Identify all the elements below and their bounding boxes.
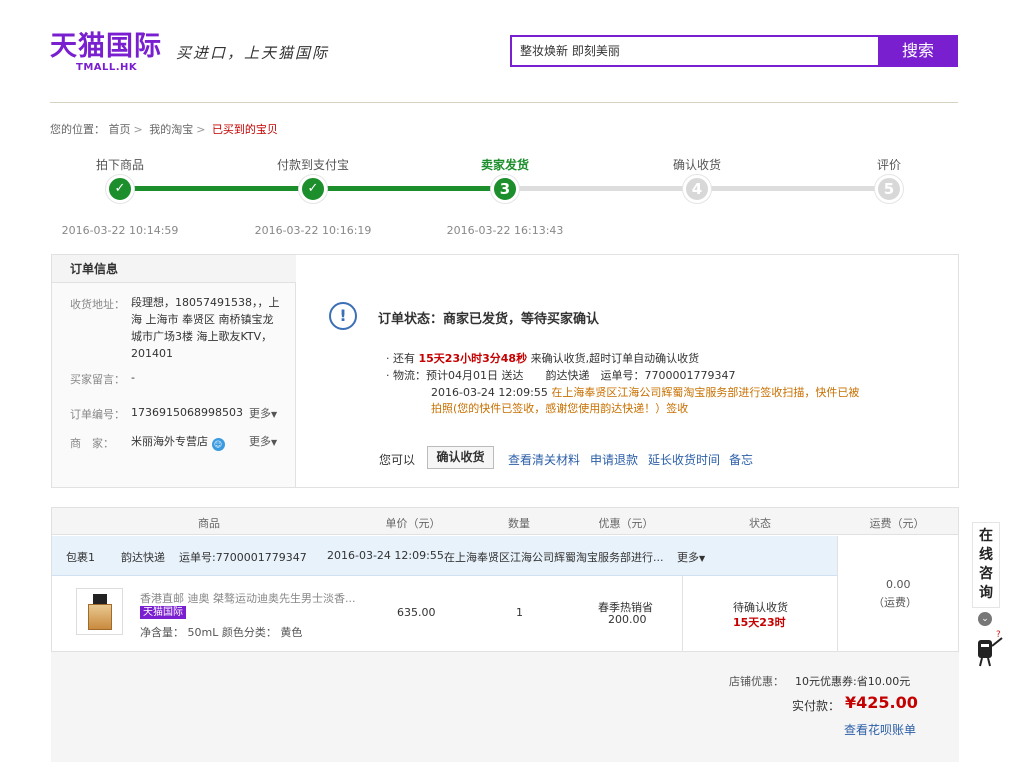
chevron-down-icon: ▼ <box>271 438 278 447</box>
total-label: 实付款： <box>792 699 841 713</box>
seller-label: 商 家： <box>70 437 114 450</box>
breadcrumb-prefix: 您的位置： <box>50 123 105 136</box>
step-3-number: 3 <box>491 175 519 203</box>
col-qty: 数量 <box>508 517 530 530</box>
confirm-countdown: · 还有 15天23小时3分48秒 来确认收货,超时订单自动确认收货 <box>386 352 700 365</box>
apply-refund-link[interactable]: 申请退款 <box>590 451 638 468</box>
col-status: 状态 <box>749 517 771 530</box>
order-info-title: 订单信息 <box>52 255 296 283</box>
memo-link[interactable]: 备忘 <box>729 451 753 468</box>
svg-text:?: ? <box>996 630 1001 640</box>
shipping-divider <box>837 536 838 651</box>
package-waybill: 运单号:7700001779347 <box>179 551 307 564</box>
step-time-2: 2016-03-22 10:16:19 <box>254 224 372 237</box>
col-goods: 商品 <box>198 517 220 530</box>
step-label-1: 拍下商品 <box>95 158 145 172</box>
actions-prefix: 您可以 <box>379 453 416 467</box>
total-amount: ¥425.00 <box>845 693 918 712</box>
perfume-bottle-cap <box>93 594 107 604</box>
perfume-bottle-icon <box>88 604 112 630</box>
tracking-line-1: 2016-03-24 12:09:55 在上海奉贤区江海公司辉蜀淘宝服务部进行签… <box>431 386 860 399</box>
step-4-number: 4 <box>683 175 711 203</box>
step-2-check-icon: ✓ <box>299 175 327 203</box>
product-spec: 净含量： 50mL 颜色分类： 黄色 <box>140 626 303 639</box>
confirm-receipt-button[interactable]: 确认收货 <box>427 446 494 469</box>
step-label-3: 卖家发货 <box>480 158 530 172</box>
package-more-link[interactable]: 更多▼ <box>677 549 705 565</box>
order-more-link[interactable]: 更多▼ <box>249 405 277 421</box>
quantity: 1 <box>516 606 523 619</box>
order-no-value: 1736915068998503 <box>131 406 243 419</box>
view-huabei-bill-link[interactable]: 查看花呗账单 <box>844 721 916 738</box>
address-value: 段理想，18057491538，，上海 上海市 奉贤区 南桥镇宝龙城市广场3楼 … <box>131 296 280 360</box>
tmall-logo[interactable]: 天猫国际 <box>50 31 162 63</box>
slogan: 买进口，上天猫国际 <box>176 44 330 62</box>
extend-receipt-link[interactable]: 延长收货时间 <box>648 451 720 468</box>
online-chat-button[interactable]: 在线咨询 <box>972 522 1000 608</box>
step-label-2: 付款到支付宝 <box>276 158 350 172</box>
package-time: 2016-03-24 12:09:55 <box>327 549 444 562</box>
chevron-down-icon: ▼ <box>699 554 706 563</box>
package-name: 包裹1 <box>66 551 95 564</box>
message-label: 买家留言： <box>70 373 125 386</box>
breadcrumb: 您的位置： 首页 > 我的淘宝 > 已买到的宝贝 <box>50 123 278 136</box>
address-label: 收货地址： <box>70 298 125 311</box>
breadcrumb-current: 已买到的宝贝 <box>211 123 278 136</box>
chevron-down-icon: ▼ <box>271 410 278 419</box>
goods-table-header <box>52 508 958 535</box>
shop-discount-value: 10元优惠券:省10.00元 <box>795 675 911 688</box>
step-5-number: 5 <box>875 175 903 203</box>
breadcrumb-home[interactable]: 首页 <box>109 123 131 136</box>
item-status-countdown: 15天23时 <box>733 616 786 629</box>
shipping-fee: 0.00 <box>886 578 911 591</box>
product-title-link[interactable]: 香港直邮 迪奥 桀骜运动迪奥先生男士淡香... <box>140 590 355 606</box>
wangwang-chat-icon[interactable]: ☺ <box>211 438 225 451</box>
tracking-line-2: 拍照(您的快件已签收，感谢您使用韵达快递！）签收 <box>431 402 689 415</box>
shipping-note: （运费） <box>873 596 917 609</box>
tmall-logo-sub: TMALL.HK <box>76 62 138 73</box>
shop-discount-label: 店铺优惠： <box>729 675 784 688</box>
mascot-icon[interactable]: ? <box>970 628 1006 668</box>
seller-more-link[interactable]: 更多▼ <box>249 433 277 449</box>
step-time-3: 2016-03-22 16:13:43 <box>446 224 564 237</box>
order-status-title: 订单状态：商家已发货，等待买家确认 <box>378 312 600 327</box>
col-shipping: 运费（元） <box>869 517 925 530</box>
col-price: 单价（元） <box>385 517 441 530</box>
step-label-5: 评价 <box>876 158 902 172</box>
promo-value: 200.00 <box>608 613 647 626</box>
breadcrumb-my-taobao[interactable]: 我的淘宝 <box>149 123 193 136</box>
message-value: - <box>131 371 135 384</box>
package-courier: 韵达快递 <box>121 551 165 564</box>
online-chat-label: 在线咨询 <box>979 528 993 601</box>
package-desc: 在上海奉贤区江海公司辉蜀淘宝服务部进行... <box>444 551 664 564</box>
search-input[interactable]: 整妆焕新 即刻美丽 <box>510 35 878 67</box>
search-button[interactable]: 搜索 <box>878 35 958 67</box>
info-alert-icon: ! <box>329 302 357 330</box>
item-status: 待确认收货 <box>733 601 788 614</box>
unit-price: 635.00 <box>397 606 436 619</box>
header-divider <box>50 102 958 103</box>
seller-value[interactable]: 米丽海外专营店 ☺ <box>131 433 225 451</box>
step-label-4: 确认收货 <box>672 158 722 172</box>
view-customs-link[interactable]: 查看清关材料 <box>508 451 580 468</box>
tmall-global-badge: 天猫国际 <box>140 606 186 619</box>
col-discount: 优惠（元） <box>598 517 654 530</box>
step-time-1: 2016-03-22 10:14:59 <box>61 224 179 237</box>
collapse-chevron-icon[interactable]: ⌄ <box>978 612 992 626</box>
step-1-check-icon: ✓ <box>106 175 134 203</box>
status-divider <box>682 576 683 651</box>
logistics-info: · 物流：预计04月01日 送达 韵达快递 运单号：7700001779347 <box>386 369 736 382</box>
order-no-label: 订单编号： <box>70 408 125 421</box>
